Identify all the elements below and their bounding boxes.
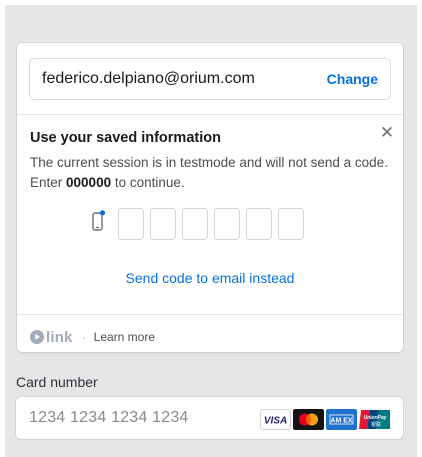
otp-code-input[interactable] (118, 208, 304, 240)
otp-digit-5[interactable] (246, 208, 272, 240)
saved-info-title: Use your saved information (30, 130, 221, 146)
send-code-to-email-link[interactable]: Send code to email instead (17, 270, 403, 286)
divider (17, 114, 403, 115)
description-suffix: to continue. (111, 175, 185, 190)
amex-icon: AM EX (326, 409, 357, 430)
email-field[interactable]: federico.delpiano@orium.com Change (29, 58, 391, 100)
mastercard-icon (293, 409, 324, 430)
otp-digit-4[interactable] (214, 208, 240, 240)
otp-digit-1[interactable] (118, 208, 144, 240)
change-email-button[interactable]: Change (327, 71, 378, 87)
svg-text:UnionPay: UnionPay (363, 415, 386, 421)
svg-text:VISA: VISA (264, 416, 287, 427)
footer-separator: · (81, 330, 86, 344)
link-logo: link (30, 329, 73, 346)
otp-digit-6[interactable] (278, 208, 304, 240)
learn-more-link[interactable]: Learn more (94, 330, 155, 344)
testmode-description: The current session is in testmode and w… (30, 153, 392, 193)
svg-text:AM EX: AM EX (330, 418, 353, 425)
divider (17, 314, 403, 315)
visa-icon: VISA (260, 409, 291, 430)
close-icon[interactable]: ✕ (379, 124, 395, 141)
card-number-label: Card number (16, 374, 98, 390)
unionpay-icon: UnionPay 银联 (359, 409, 390, 430)
email-value: federico.delpiano@orium.com (42, 70, 255, 87)
link-play-icon (30, 330, 44, 344)
test-code: 000000 (66, 175, 112, 190)
link-wordmark: link (46, 328, 73, 346)
link-authentication-card: federico.delpiano@orium.com Change Use y… (17, 43, 403, 352)
phone-icon (92, 210, 106, 231)
card-number-input[interactable]: 1234 1234 1234 1234 VISA AM EX UnionPay … (16, 397, 403, 439)
otp-digit-2[interactable] (150, 208, 176, 240)
svg-text:银联: 银联 (371, 421, 381, 428)
otp-digit-3[interactable] (182, 208, 208, 240)
card-number-placeholder: 1234 1234 1234 1234 (29, 409, 189, 426)
card-brands: VISA AM EX UnionPay 银联 (260, 409, 390, 430)
payment-panel: federico.delpiano@orium.com Change Use y… (5, 5, 417, 457)
link-footer: link · Learn more (30, 329, 155, 346)
